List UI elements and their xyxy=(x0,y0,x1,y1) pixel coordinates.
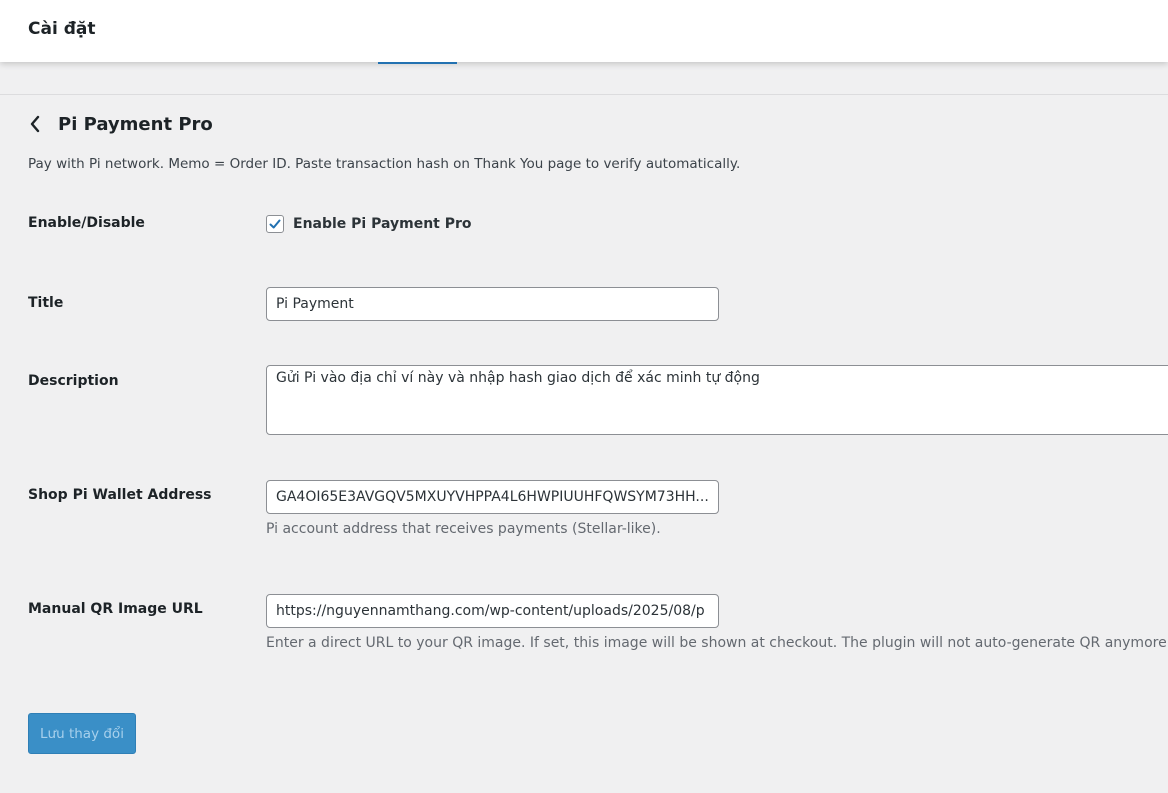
qr-url-label: Manual QR Image URL xyxy=(28,601,203,617)
save-button[interactable]: Lưu thay đổi xyxy=(28,713,136,754)
qr-url-help: Enter a direct URL to your QR image. If … xyxy=(266,635,1168,651)
divider xyxy=(0,94,1168,95)
page-title: Cài đặt xyxy=(28,19,96,39)
wallet-input[interactable]: GA4OI65E3AVGQV5MXUYVHPPA4L6HWPIUUHFQWSYM… xyxy=(266,480,719,514)
top-bar: Cài đặt xyxy=(0,0,1168,62)
enable-checkbox-label[interactable]: Enable Pi Payment Pro xyxy=(293,216,472,232)
gateway-intro: Pay with Pi network. Memo = Order ID. Pa… xyxy=(28,156,741,172)
chevron-left-icon xyxy=(30,115,40,133)
description-label: Description xyxy=(28,373,119,389)
back-link[interactable] xyxy=(28,110,52,138)
title-input[interactable]: Pi Payment xyxy=(266,287,719,321)
active-tab-indicator xyxy=(378,62,457,64)
wallet-help: Pi account address that receives payment… xyxy=(266,521,661,537)
checkmark-icon xyxy=(269,219,281,229)
gateway-title: Pi Payment Pro xyxy=(58,113,213,135)
gateway-heading: Pi Payment Pro xyxy=(28,110,213,138)
enable-checkbox[interactable] xyxy=(266,215,284,233)
description-textarea[interactable]: Gửi Pi vào địa chỉ ví này và nhập hash g… xyxy=(266,365,1168,435)
wallet-label: Shop Pi Wallet Address xyxy=(28,487,212,503)
enable-row: Enable Pi Payment Pro xyxy=(266,215,472,233)
qr-url-input[interactable]: https://nguyennamthang.com/wp-content/up… xyxy=(266,594,719,628)
enable-label: Enable/Disable xyxy=(28,215,145,231)
title-label: Title xyxy=(28,295,64,311)
